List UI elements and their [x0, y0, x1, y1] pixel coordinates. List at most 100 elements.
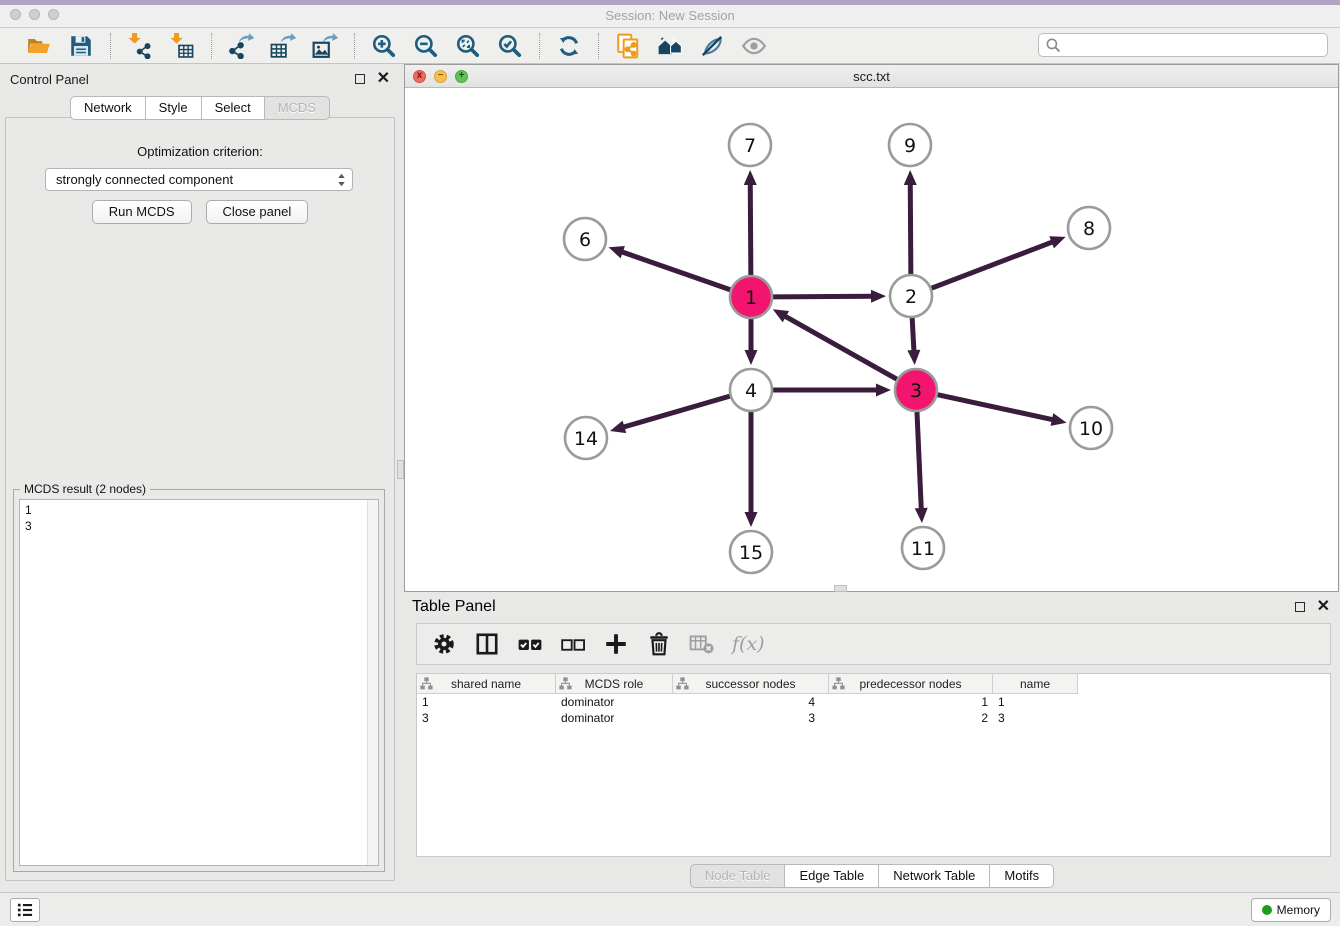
network-close-button[interactable]: x — [413, 70, 426, 83]
node-table: shared nameMCDS rolesuccessor nodesprede… — [416, 673, 1331, 857]
close-panel-icon[interactable]: ✕ — [377, 74, 390, 84]
float-table-panel-icon[interactable] — [1295, 602, 1305, 612]
optimization-criterion-dropdown[interactable]: strongly connected component — [45, 168, 353, 191]
zoom-fit-button[interactable] — [454, 32, 482, 60]
save-session-button[interactable] — [67, 32, 95, 60]
graph-edge-2-3[interactable] — [912, 318, 914, 352]
zoom-selected-button[interactable] — [496, 32, 524, 60]
search-field[interactable] — [1038, 33, 1328, 57]
column-label: predecessor nodes — [829, 677, 992, 691]
column-header-name[interactable]: name — [993, 674, 1078, 694]
zoom-fit-icon — [455, 33, 481, 59]
graph-edge-arrowhead — [610, 421, 626, 433]
toggle-panel-layout-button[interactable] — [474, 631, 500, 657]
run-mcds-button[interactable]: Run MCDS — [92, 200, 192, 224]
network-canvas[interactable]: 7968124314101511 — [405, 88, 1338, 591]
graph-edge-2-9[interactable] — [910, 183, 911, 274]
tab-style[interactable]: Style — [146, 96, 202, 120]
dropdown-value: strongly connected component — [56, 172, 335, 187]
search-input[interactable] — [1062, 35, 1321, 55]
zoom-out-button[interactable] — [412, 32, 440, 60]
network-zoom-button[interactable]: + — [455, 70, 468, 83]
graph-edge-arrowhead — [1051, 413, 1067, 426]
list-icon — [15, 900, 35, 920]
search-icon — [1045, 37, 1062, 54]
delete-table-button[interactable] — [689, 631, 715, 657]
graph-edge-2-8[interactable] — [932, 242, 1054, 289]
graph-edge-1-2[interactable] — [773, 296, 873, 297]
zoom-selected-icon — [497, 33, 523, 59]
graph-edge-arrowhead — [876, 384, 891, 397]
tab-network[interactable]: Network — [70, 96, 146, 120]
select-all-rows-button[interactable] — [517, 631, 543, 657]
table-cell: 4 — [673, 694, 829, 710]
import-table-button[interactable] — [168, 32, 196, 60]
close-table-panel-icon[interactable]: ✕ — [1317, 602, 1330, 612]
table-row[interactable]: 3dominator323 — [417, 710, 1330, 726]
export-image-button[interactable] — [311, 32, 339, 60]
open-session-button[interactable] — [25, 32, 53, 60]
toolbar-group — [10, 33, 111, 59]
horizontal-splitter-handle[interactable] — [834, 585, 847, 592]
table-toolbar: f(x) — [416, 623, 1331, 665]
function-builder-button[interactable]: f(x) — [732, 631, 765, 657]
tree-icon — [559, 677, 572, 690]
graph-edge-1-6[interactable] — [621, 252, 730, 290]
tab-motifs[interactable]: Motifs — [990, 864, 1054, 888]
graph-edge-3-1[interactable] — [784, 316, 897, 380]
refresh-layout-button[interactable] — [555, 32, 583, 60]
titlebar-accent — [0, 0, 1340, 5]
export-network-button[interactable] — [227, 32, 255, 60]
import-network-button[interactable] — [126, 32, 154, 60]
deselect-all-rows-button[interactable] — [560, 631, 586, 657]
column-header-successor-nodes[interactable]: successor nodes — [673, 674, 829, 694]
add-column-button[interactable] — [603, 631, 629, 657]
optimization-criterion-label: Optimization criterion: — [6, 144, 394, 159]
network-window-titlebar[interactable]: scc.txt x−+ — [405, 65, 1338, 88]
column-header-predecessor-nodes[interactable]: predecessor nodes — [829, 674, 993, 694]
mcds-result-text[interactable]: 13 — [19, 499, 379, 866]
show-panels-button[interactable] — [10, 898, 40, 922]
tab-network-table[interactable]: Network Table — [879, 864, 990, 888]
graph-edge-1-7[interactable] — [750, 183, 751, 275]
table-panel: Table Panel ✕ f(x) shared nameMCDS roles… — [404, 592, 1340, 892]
table-row[interactable]: 1dominator411 — [417, 694, 1330, 710]
tab-mcds[interactable]: MCDS — [265, 96, 330, 120]
column-header-MCDS-role[interactable]: MCDS role — [556, 674, 673, 694]
toolbar-group — [599, 33, 783, 59]
delete-column-button[interactable] — [646, 631, 672, 657]
export-table-button[interactable] — [269, 32, 297, 60]
graph-edge-3-10[interactable] — [937, 395, 1053, 420]
mcds-tab-content: Optimization criterion: strongly connect… — [5, 117, 395, 881]
float-panel-icon[interactable] — [355, 74, 365, 84]
home-button[interactable] — [656, 32, 684, 60]
export-image-icon — [312, 33, 338, 59]
mcds-result-group: MCDS result (2 nodes) 13 — [13, 489, 385, 872]
graph-edge-3-11[interactable] — [917, 412, 921, 510]
network-minimize-button[interactable]: − — [434, 70, 447, 83]
show-graphics-details-button[interactable] — [740, 32, 768, 60]
close-panel-button[interactable]: Close panel — [206, 200, 309, 224]
result-scrollbar[interactable] — [367, 500, 378, 865]
memory-button[interactable]: Memory — [1251, 898, 1331, 922]
memory-label: Memory — [1277, 903, 1320, 917]
graph-edge-4-14[interactable] — [622, 396, 729, 427]
network-window-title: scc.txt — [405, 69, 1338, 84]
tab-edge-table[interactable]: Edge Table — [785, 864, 879, 888]
table-cell: 3 — [993, 710, 1078, 726]
network-graph: 7968124314101511 — [405, 88, 1338, 591]
table-cell: 2 — [829, 710, 993, 726]
column-header-shared-name[interactable]: shared name — [417, 674, 556, 694]
graph-node-label: 8 — [1083, 218, 1095, 240]
tab-node-table[interactable]: Node Table — [690, 864, 786, 888]
fx-label: f(x) — [732, 633, 765, 655]
table-cell: 3 — [673, 710, 829, 726]
table-settings-button[interactable] — [431, 631, 457, 657]
pen-button[interactable] — [698, 32, 726, 60]
duplicate-network-button[interactable] — [614, 32, 642, 60]
graph-edge-arrowhead — [745, 512, 758, 527]
tab-select[interactable]: Select — [202, 96, 265, 120]
vertical-splitter-handle[interactable] — [397, 460, 404, 479]
zoom-in-button[interactable] — [370, 32, 398, 60]
toolbar-group — [355, 33, 540, 59]
